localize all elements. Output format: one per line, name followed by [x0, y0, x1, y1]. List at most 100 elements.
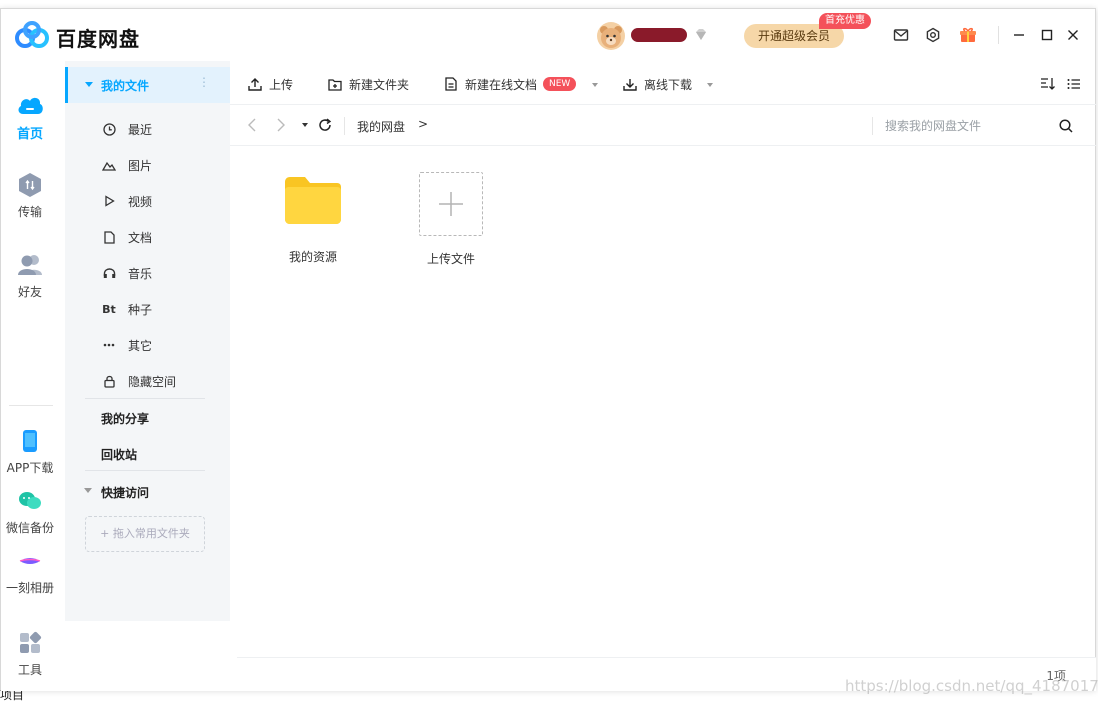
sort-icon [1040, 76, 1056, 92]
baidu-netdisk-logo-icon [15, 21, 49, 48]
nav-item-label: 其它 [128, 339, 153, 353]
refresh-icon[interactable] [316, 116, 334, 134]
rail-divider [9, 405, 53, 406]
quick-access-triangle-icon[interactable] [84, 488, 92, 493]
nav-item-music[interactable]: 音乐 [65, 255, 230, 291]
nav-item-documents[interactable]: 文档 [65, 219, 230, 255]
nav-item-label: 最近 [128, 123, 153, 137]
new-folder-label: 新建文件夹 [349, 77, 410, 92]
plus-icon [439, 192, 463, 216]
upload-button[interactable]: 上传 [247, 75, 293, 93]
online-doc-dropdown-icon[interactable] [592, 83, 598, 87]
rail-label-tools: 工具 [17, 663, 42, 677]
nav-item-hidden-space[interactable]: 隐藏空间 [65, 363, 230, 399]
app-window: 百度网盘 开通超级会员 首充优惠 首页 传输 好友 APP下载 微信备份 一刻相… [0, 8, 1096, 691]
sort-button[interactable] [1040, 75, 1062, 93]
search-icon[interactable] [1058, 118, 1074, 134]
transfer-icon [16, 171, 44, 199]
rail-item-wechat-backup[interactable]: 微信备份 [1, 487, 59, 536]
nav-item-recent[interactable]: 最近 [65, 111, 230, 147]
crumb-divider [344, 117, 345, 135]
close-icon[interactable] [1064, 26, 1082, 44]
nav-item-label: 视频 [128, 195, 153, 209]
minimize-icon[interactable] [1010, 26, 1028, 44]
nav-item-other[interactable]: 其它 [65, 327, 230, 363]
mail-icon[interactable] [892, 26, 910, 44]
new-online-doc-label: 新建在线文档 [465, 77, 538, 92]
rail-label-friends: 好友 [17, 285, 42, 299]
new-folder-button[interactable]: 新建文件夹 [327, 75, 409, 93]
rail-item-friends[interactable]: 好友 [1, 251, 59, 300]
bt-icon: Bt [102, 302, 116, 316]
offline-download-dropdown-icon[interactable] [707, 83, 713, 87]
app-title: 百度网盘 [56, 27, 140, 51]
forward-arrow-icon[interactable] [272, 116, 290, 134]
rail-item-album[interactable]: 一刻相册 [1, 547, 59, 596]
nav-item-images[interactable]: 图片 [65, 147, 230, 183]
new-badge: NEW [543, 77, 577, 91]
nav-item-label: 音乐 [128, 267, 153, 281]
watermark: https://blog.csdn.net/qq_41870170 [845, 677, 1098, 695]
nav-divider [85, 470, 205, 471]
collapse-triangle-icon[interactable] [85, 82, 93, 87]
download-icon [622, 76, 638, 92]
nav-my-files-label: 我的文件 [101, 79, 150, 93]
upload-file-tile[interactable]: 上传文件 [396, 172, 506, 267]
upload-icon [247, 76, 263, 92]
rail-label-wechat-backup: 微信备份 [5, 521, 54, 535]
promo-badge: 首充优惠 [819, 13, 871, 29]
main-toolbar: 上传 新建文件夹 新建在线文档 NEW 离线下载 [230, 61, 1096, 105]
nav-recycle-bin[interactable]: 回收站 [101, 446, 137, 463]
bear-avatar-icon [600, 26, 622, 48]
diamond-icon[interactable] [693, 27, 709, 43]
rail-item-app-download[interactable]: APP下载 [1, 427, 59, 476]
vertical-more-icon[interactable]: ⋮ [198, 75, 210, 89]
rail-item-home[interactable]: 首页 [1, 91, 59, 142]
online-doc-icon [443, 76, 459, 92]
nav-item-videos[interactable]: 视频 [65, 183, 230, 219]
nav-item-torrents[interactable]: Bt 种子 [65, 291, 230, 327]
nav-footer-area [65, 621, 237, 691]
drop-folder-zone[interactable]: + 拖入常用文件夹 [85, 516, 205, 552]
rail-item-transfer[interactable]: 传输 [1, 171, 59, 220]
username-redacted[interactable] [631, 28, 687, 42]
offline-download-label: 离线下载 [644, 77, 693, 92]
rail-item-tools[interactable]: 工具 [1, 629, 59, 678]
path-bar: 我的网盘 > [230, 105, 1096, 146]
nav-my-files[interactable]: 我的文件 ⋮ [65, 67, 230, 103]
avatar[interactable] [597, 22, 625, 50]
nav-quick-access[interactable]: 快捷访问 [101, 484, 149, 501]
gift-icon[interactable] [959, 26, 977, 44]
folder-name: 我的资源 [288, 250, 337, 264]
history-dropdown-icon[interactable] [302, 123, 308, 127]
more-dots-icon [102, 338, 116, 352]
search-input[interactable] [885, 116, 1045, 136]
upload-file-label: 上传文件 [426, 252, 475, 266]
nav-item-label: 隐藏空间 [128, 375, 177, 389]
list-view-icon [1066, 76, 1082, 92]
album-icon [16, 547, 44, 575]
rail-label-transfer: 传输 [17, 205, 42, 219]
title-bar: 百度网盘 开通超级会员 首充优惠 [1, 9, 1095, 61]
folder-tile[interactable]: 我的资源 [258, 172, 368, 265]
back-arrow-icon[interactable] [243, 116, 261, 134]
breadcrumb-root[interactable]: 我的网盘 [357, 118, 405, 135]
upload-dropzone[interactable] [419, 172, 483, 236]
friends-icon [16, 251, 44, 279]
rail-label-home: 首页 [16, 127, 43, 142]
nav-divider [85, 398, 205, 399]
offline-download-button[interactable]: 离线下载 [622, 75, 692, 93]
lock-icon [102, 374, 116, 388]
titlebar-divider [998, 26, 999, 44]
wechat-icon [16, 487, 44, 515]
nav-my-share[interactable]: 我的分享 [101, 410, 149, 427]
new-online-doc-button[interactable]: 新建在线文档 NEW [443, 75, 577, 93]
document-icon [102, 230, 116, 244]
settings-icon[interactable] [924, 26, 942, 44]
nav-item-label: 图片 [128, 159, 153, 173]
list-view-button[interactable] [1066, 75, 1088, 93]
maximize-icon[interactable] [1038, 26, 1056, 44]
search-divider [872, 117, 873, 135]
nav-item-label: 文档 [128, 231, 153, 245]
rail-label-app-download: APP下载 [6, 461, 54, 475]
